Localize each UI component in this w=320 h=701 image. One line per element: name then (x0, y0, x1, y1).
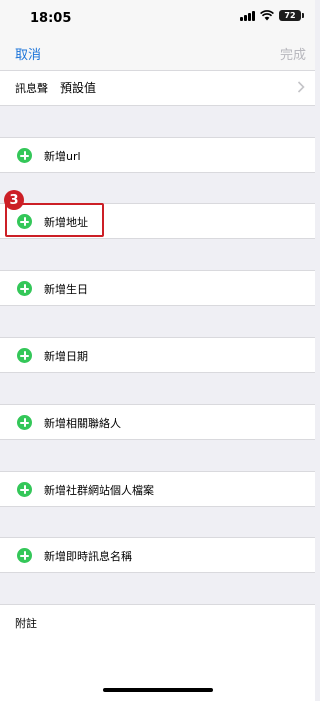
ringtone-label: 訊息聲 (15, 82, 48, 95)
status-bar: 18:05 72 (0, 0, 315, 36)
add-social-profile-row[interactable]: 新增社群網站個人檔案 (0, 471, 315, 507)
notes-label: 附註 (15, 617, 37, 630)
battery-icon: 72 (279, 10, 304, 21)
add-social-profile-label: 新增社群網站個人檔案 (44, 484, 154, 497)
cellular-signal-icon (240, 10, 255, 21)
add-icon[interactable] (17, 548, 32, 563)
nav-bar: 取消 完成 (0, 36, 315, 71)
add-icon[interactable] (17, 415, 32, 430)
battery-level: 72 (284, 11, 296, 20)
add-url-row[interactable]: 新增url (0, 137, 315, 173)
ringtone-value: 預設值 (60, 81, 97, 95)
add-birthday-row[interactable]: 新增生日 (0, 270, 315, 306)
notes-field[interactable]: 附註 (0, 604, 315, 701)
add-instant-message-row[interactable]: 新增即時訊息名稱 (0, 537, 315, 573)
step-number-badge: 3 (4, 190, 24, 210)
add-date-label: 新增日期 (44, 350, 88, 363)
wifi-icon (260, 10, 274, 21)
add-related-contact-row[interactable]: 新增相關聯絡人 (0, 404, 315, 440)
add-icon[interactable] (17, 348, 32, 363)
ringtone-row[interactable]: 訊息聲 預設值 (0, 71, 315, 106)
add-date-row[interactable]: 新增日期 (0, 337, 315, 373)
add-birthday-label: 新增生日 (44, 283, 88, 296)
add-instant-message-label: 新增即時訊息名稱 (44, 550, 132, 563)
home-indicator (103, 688, 213, 692)
cancel-button[interactable]: 取消 (15, 44, 41, 63)
add-icon[interactable] (17, 281, 32, 296)
add-url-label: 新增url (44, 150, 81, 163)
chevron-right-icon (297, 81, 305, 93)
add-icon[interactable] (17, 148, 32, 163)
add-related-contact-label: 新增相關聯絡人 (44, 417, 121, 430)
status-icons: 72 (240, 10, 304, 21)
status-time: 18:05 (30, 11, 72, 26)
add-icon[interactable] (17, 482, 32, 497)
done-button[interactable]: 完成 (280, 44, 306, 63)
